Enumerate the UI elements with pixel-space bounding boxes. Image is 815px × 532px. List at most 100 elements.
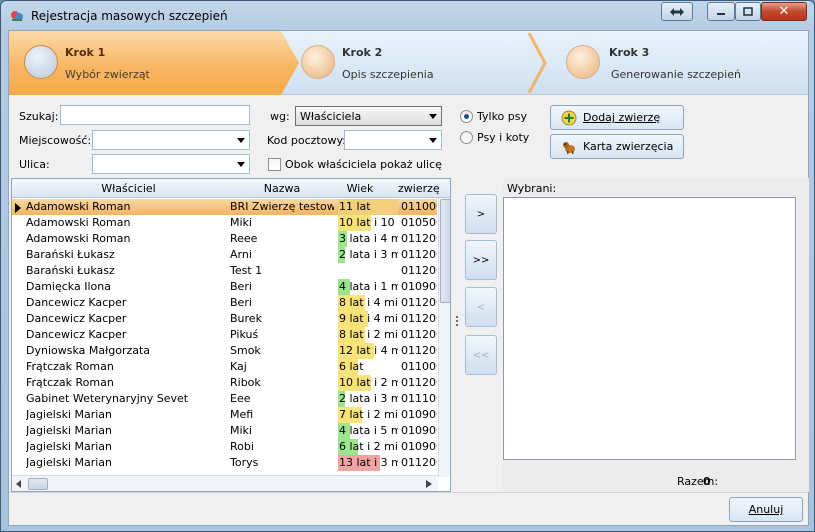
- animal-card-button[interactable]: Karta zwierzęcia: [550, 134, 684, 159]
- total-value: 0: [703, 475, 711, 488]
- table-row[interactable]: Dyniowska Małgorzata Smok 12 lat i 4 mie01…: [12, 343, 437, 359]
- move-one-button[interactable]: >: [465, 194, 497, 234]
- chevron-down-icon: [237, 138, 245, 143]
- step-1-circle-icon: [24, 45, 58, 79]
- table-row[interactable]: Dancewicz Kacper Beri 8 lat i 4 mies011200: [12, 295, 437, 311]
- app-icon: [9, 8, 25, 24]
- dialog-body: Krok 1 Wybór zwierząt Krok 2 Opis szczep…: [8, 30, 809, 526]
- restore-button[interactable]: [661, 2, 693, 21]
- cell-age: 9 lat i 4 mies: [338, 311, 398, 327]
- column-age[interactable]: Wiek: [334, 182, 386, 195]
- close-button[interactable]: ✕: [761, 2, 807, 21]
- table-row[interactable]: Damięcka Ilona Beri 4 lata i 1 mie010900: [12, 279, 437, 295]
- minimize-icon: [717, 12, 725, 15]
- wizard-step-2: Krok 2 Opis szczepienia: [299, 31, 549, 95]
- table-row[interactable]: Dancewicz Kacper Pikuś 8 lat i 2 mies01120…: [12, 327, 437, 343]
- title-bar[interactable]: Rejestracja masowych szczepień ✕: [1, 1, 814, 31]
- cell-name: Test 1: [230, 264, 263, 277]
- sort-by-combo[interactable]: Właściciela: [295, 106, 442, 126]
- table-row[interactable]: Dancewicz Kacper Burek 9 lat i 4 mies01120…: [12, 311, 437, 327]
- table-row[interactable]: Adamowski Roman Miki 10 lat i 10 m010500: [12, 215, 437, 231]
- cell-name: Ribok: [230, 376, 261, 389]
- by-label: wg:: [270, 110, 290, 123]
- footer-divider: [9, 492, 808, 493]
- grid-horizontal-scrollbar[interactable]: [12, 475, 438, 491]
- cell-name: Arni: [230, 248, 252, 261]
- city-combo[interactable]: [92, 130, 250, 150]
- column-name[interactable]: Nazwa: [230, 182, 334, 195]
- table-row[interactable]: Barański Łukasz Test 1 011200: [12, 263, 437, 279]
- cell-owner: Dancewicz Kacper: [26, 312, 127, 325]
- horizontal-scroll-thumb[interactable]: [28, 478, 48, 490]
- table-row[interactable]: Adamowski Roman Reee 3 lata i 4 mie011200: [12, 231, 437, 247]
- show-street-checkbox[interactable]: [268, 158, 281, 171]
- cell-name: Kaj: [230, 360, 247, 373]
- column-animal[interactable]: zwierzę: [398, 182, 450, 195]
- cancel-button[interactable]: Anuluj: [729, 497, 803, 522]
- cell-name: Miki: [230, 424, 252, 437]
- cell-age: 13 lat i 3 mie: [338, 455, 398, 471]
- close-icon: ✕: [778, 4, 790, 19]
- cell-id: 011200: [401, 328, 437, 341]
- step-2-circle-icon: [301, 45, 335, 79]
- table-row[interactable]: Frątczak Roman Ribok 10 lat i 2 mie011200: [12, 375, 437, 391]
- cell-id: 011200: [401, 456, 437, 469]
- table-row[interactable]: Adamowski Roman BRI Zwierzę testowe 11 lat…: [12, 199, 437, 215]
- add-animal-button[interactable]: Dodaj zwierzę: [550, 105, 684, 130]
- animal-card-label: Karta zwierzęcia: [583, 140, 674, 153]
- table-row[interactable]: Jagielski Marian Torys 13 lat i 3 mie01120…: [12, 455, 437, 471]
- postal-combo[interactable]: [344, 130, 442, 150]
- remove-one-button[interactable]: <: [465, 287, 497, 327]
- scroll-left-icon[interactable]: [16, 480, 22, 488]
- cell-owner: Gabinet Weterynaryjny Sevet: [26, 392, 189, 405]
- cell-name: Torys: [230, 456, 259, 469]
- table-row[interactable]: Jagielski Marian Robi 6 lat i 2 mies010900: [12, 439, 437, 455]
- street-combo[interactable]: [92, 154, 250, 174]
- step-1-title: Krok 1: [65, 46, 106, 59]
- scroll-right-icon[interactable]: [426, 480, 432, 488]
- search-input[interactable]: [60, 105, 250, 125]
- cell-age-text: 2 lata i 3 mie: [339, 248, 398, 261]
- wizard-step-3: Krok 3 Generowanie szczepień: [564, 31, 804, 95]
- cell-owner: Dancewicz Kacper: [26, 328, 127, 341]
- remove-all-button[interactable]: <<: [465, 335, 497, 375]
- cell-owner: Jagielski Marian: [26, 456, 113, 469]
- table-row[interactable]: Jagielski Marian Mefi 7 lat i 2 mies010900: [12, 407, 437, 423]
- animals-grid[interactable]: Właściciel Nazwa Wiek zwierzę Adamowski …: [11, 178, 451, 492]
- cell-age: 4 lata i 5 mie: [338, 423, 398, 439]
- table-row[interactable]: Barański Łukasz Arni 2 lata i 3 mie011200: [12, 247, 437, 263]
- table-row[interactable]: Gabinet Weterynaryjny Sevet Eee 2 lata i 3…: [12, 391, 437, 407]
- dogs-cats-radio[interactable]: [460, 131, 473, 144]
- grid-vertical-scrollbar[interactable]: [438, 198, 450, 477]
- cell-age: 10 lat i 10 m: [338, 215, 398, 231]
- cell-age-text: 10 lat i 2 mie: [339, 376, 398, 389]
- cell-age-text: 2 lata i 3 mie: [339, 392, 398, 405]
- cell-owner: Jagielski Marian: [26, 424, 113, 437]
- cell-name: Robi: [230, 440, 254, 453]
- cell-name: Smok: [230, 344, 261, 357]
- cell-age-text: 11 lat: [339, 200, 371, 213]
- cell-id: 011000: [401, 200, 437, 213]
- cell-age: 4 lata i 1 mie: [338, 279, 398, 295]
- cell-age: 10 lat i 2 mie: [338, 375, 398, 391]
- chosen-list[interactable]: [503, 197, 796, 460]
- column-owner[interactable]: Właściciel: [26, 182, 231, 195]
- cell-id: 011200: [401, 248, 437, 261]
- cell-age-text: 6 lat i 2 mies: [339, 440, 398, 453]
- minimize-button[interactable]: [707, 2, 735, 21]
- table-row[interactable]: Frątczak Roman Kaj 6 lat 011000: [12, 359, 437, 375]
- cell-name: Reee: [230, 232, 258, 245]
- cell-id: 011200: [401, 312, 437, 325]
- chosen-label: Wybrani:: [507, 182, 557, 195]
- cell-owner: Dyniowska Małgorzata: [26, 344, 151, 357]
- move-all-button[interactable]: >>: [465, 240, 497, 280]
- vertical-scroll-thumb[interactable]: [440, 199, 450, 303]
- window-title: Rejestracja masowych szczepień: [31, 9, 228, 23]
- dogs-only-radio[interactable]: [460, 110, 473, 123]
- splitter-grip-icon[interactable]: [455, 315, 459, 329]
- resize-icon: [670, 7, 684, 16]
- wizard-steps: Krok 1 Wybór zwierząt Krok 2 Opis szczep…: [9, 31, 808, 95]
- cell-name: Pikuś: [230, 328, 259, 341]
- table-row[interactable]: Jagielski Marian Miki 4 lata i 5 mie010900: [12, 423, 437, 439]
- maximize-button[interactable]: [735, 2, 761, 21]
